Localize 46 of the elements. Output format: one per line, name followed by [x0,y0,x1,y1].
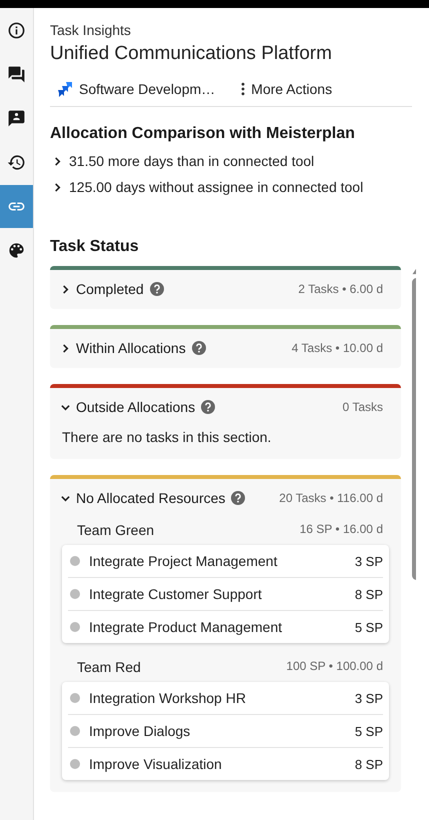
status-dot [70,556,80,566]
status-header[interactable]: Within Allocations 4 Tasks • 10.00 d [50,329,401,356]
chevron-icon [61,402,70,412]
task-row[interactable]: Integrate Customer Support 8 SP [68,578,383,611]
task-row[interactable]: Integrate Project Management 3 SP [68,545,383,578]
stacked-arrows-icon [57,81,73,97]
help-icon [192,341,206,355]
chevron-icon [53,182,62,192]
help-icon [150,282,164,296]
team-summary: 100 SP • 100.00 d [286,659,383,675]
info-icon [7,21,26,40]
help-icon [201,400,216,414]
team-summary: 16 SP • 16.00 d [300,522,383,538]
chevron-icon [61,494,70,502]
more-vert-icon [241,82,246,96]
status-dot [70,759,80,769]
palette-icon [7,241,26,260]
status-dot [70,726,80,736]
status-dot [70,622,80,632]
team-name: Team Red [77,659,141,675]
history-icon [7,153,26,172]
more-actions-button[interactable]: More Actions [238,79,336,99]
chevron-icon [61,344,70,352]
status-dot [70,589,80,599]
comparison-item[interactable]: 125.00 days without assignee in connected tool [50,175,416,201]
source-button[interactable]: Software Developm… [54,79,218,99]
empty-message: There are no tasks in this section. [61,428,272,447]
chat-icon [7,65,26,84]
status-header[interactable]: No Allocated Resources 20 Tasks • 116.00 d [50,479,401,506]
status-dot [70,693,80,703]
help-icon [231,491,246,505]
status-header[interactable]: Completed 2 Tasks • 6.00 d [50,270,401,297]
task-row[interactable]: Improve Dialogs 5 SP [68,715,383,748]
team-name: Team Green [77,522,154,538]
panel-title: Unified Communications Platform [50,43,333,65]
section-title: Allocation Comparison with Meisterplan [50,125,356,143]
chevron-icon [53,156,62,166]
task-row[interactable]: Integrate Product Management 5 SP [68,611,383,643]
comparison-item[interactable]: 31.50 more days than in connected tool [50,149,416,175]
status-header[interactable]: Outside Allocations 0 Tasks [50,388,401,415]
task-row[interactable]: Integration Workshop HR 3 SP [68,682,383,715]
panel-subtitle: Task Insights [50,22,132,38]
contact-card-icon [7,109,26,128]
task-row[interactable]: Improve Visualization 8 SP [68,748,383,780]
chevron-icon [61,284,70,294]
section-title: Task Status [50,238,140,256]
